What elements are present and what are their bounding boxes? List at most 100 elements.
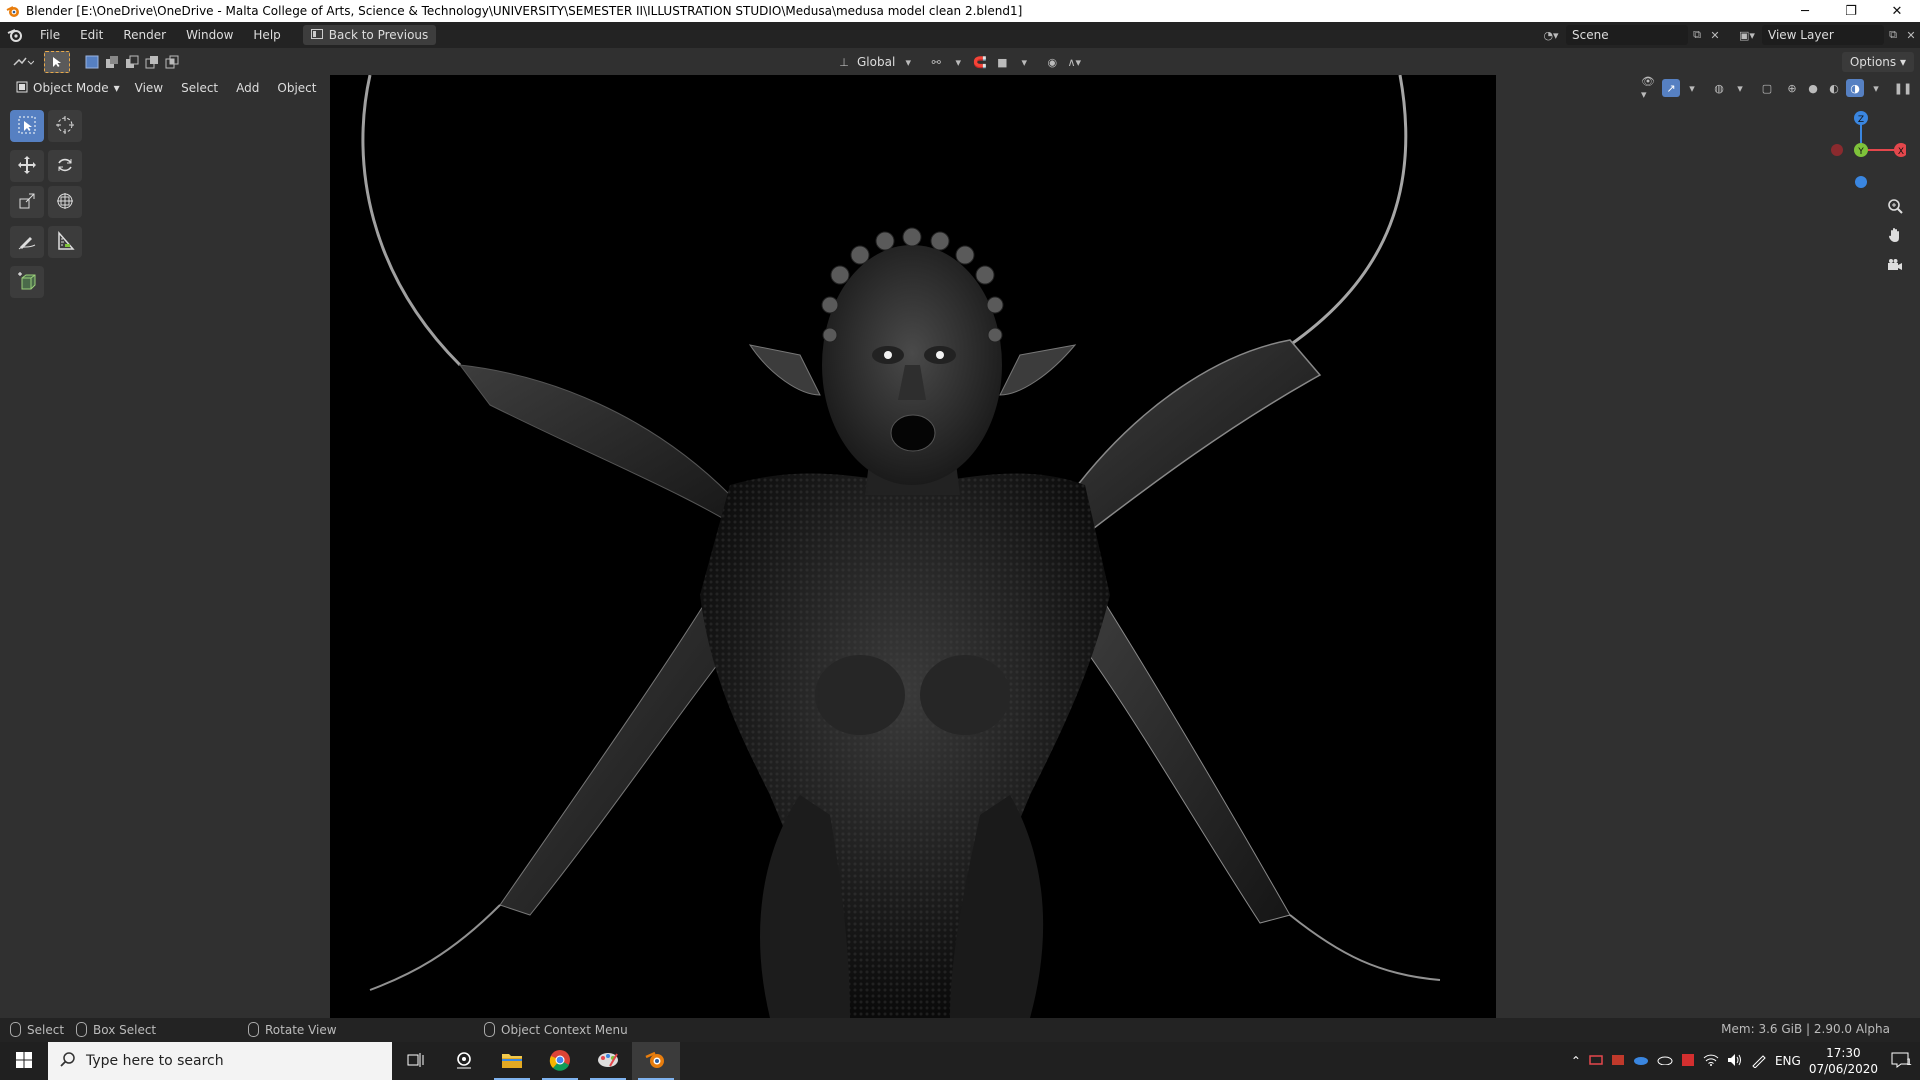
chevron-down-icon[interactable]: ▾ [1731, 79, 1749, 97]
mode-intersect-icon[interactable] [162, 51, 182, 73]
menu-file[interactable]: File [30, 22, 70, 48]
back-to-previous-button[interactable]: Back to Previous [302, 25, 437, 45]
new-scene-icon[interactable]: ⧉ [1688, 26, 1706, 44]
view-layer-field[interactable]: View Layer [1762, 25, 1884, 45]
add-menu[interactable]: Add [227, 81, 268, 95]
chevron-down-icon[interactable]: ▾ [1683, 79, 1701, 97]
solid-shading-icon[interactable]: ● [1804, 79, 1822, 97]
restore-button[interactable]: ❐ [1828, 0, 1874, 22]
rendered-shading-icon[interactable]: ◑ [1846, 79, 1864, 97]
view-menu[interactable]: View [126, 81, 172, 95]
minimize-button[interactable]: ─ [1782, 0, 1828, 22]
start-button[interactable] [0, 1042, 48, 1080]
measure-tool[interactable] [48, 226, 82, 258]
notification-center-button[interactable]: 1 [1886, 1052, 1914, 1071]
material-shading-icon[interactable]: ◐ [1825, 79, 1843, 97]
select-box-tool[interactable] [10, 110, 44, 142]
editor-type-icon[interactable] [8, 51, 38, 73]
select-menu[interactable]: Select [172, 81, 227, 95]
viewport-shading-controls: 👁▾ ↗ ▾ ◍ ▾ ▢ ⊕ ● ◐ ◑ ▾ ❚❚ [1641, 75, 1912, 101]
rotate-tool[interactable] [48, 150, 82, 182]
snap-target-icon[interactable]: ■ [993, 53, 1011, 71]
annotate-tool[interactable] [10, 226, 44, 258]
gizmo-neg-z-axis[interactable] [1855, 176, 1867, 188]
menu-window[interactable]: Window [176, 22, 243, 48]
chrome-button[interactable] [536, 1042, 584, 1080]
3d-viewport[interactable] [330, 75, 1496, 1018]
zoom-icon[interactable] [1882, 193, 1908, 219]
taskbar-search-box[interactable]: Type here to search [48, 1042, 392, 1080]
volume-icon[interactable] [1727, 1053, 1743, 1070]
delete-view-layer-icon[interactable]: ✕ [1902, 26, 1920, 44]
menu-help[interactable]: Help [243, 22, 290, 48]
gizmo-toggle-icon[interactable]: ↗ [1662, 79, 1680, 97]
chevron-down-icon: ▾ [113, 81, 120, 95]
overlay-toggle-icon[interactable]: ◍ [1710, 79, 1728, 97]
gizmo-neg-x-axis[interactable] [1831, 144, 1843, 156]
menu-render[interactable]: Render [113, 22, 176, 48]
visibility-icon[interactable]: 👁▾ [1641, 75, 1659, 101]
wifi-icon[interactable] [1703, 1054, 1719, 1069]
proportional-edit-icon[interactable]: ◉ [1043, 53, 1061, 71]
add-cube-tool[interactable] [10, 266, 44, 298]
file-explorer-button[interactable] [488, 1042, 536, 1080]
blender-menu-icon[interactable] [0, 22, 30, 48]
cortana-button[interactable] [440, 1042, 488, 1080]
menu-edit[interactable]: Edit [70, 22, 113, 48]
view-layer-icon[interactable]: ▣▾ [1732, 26, 1762, 44]
move-tool[interactable] [10, 150, 44, 182]
clock-date: 07/06/2020 [1808, 1062, 1878, 1076]
onedrive-cloud-icon[interactable] [1633, 1054, 1649, 1068]
scene-name-field[interactable]: Scene [1566, 25, 1688, 45]
pan-hand-icon[interactable] [1882, 222, 1908, 248]
chevron-down-icon[interactable]: ▾ [1867, 79, 1885, 97]
pen-workspace-icon[interactable] [1751, 1052, 1767, 1071]
falloff-icon[interactable]: ∧▾ [1065, 53, 1083, 71]
gizmo-y-label: Y [1857, 147, 1864, 157]
orientation-dropdown[interactable]: Global [857, 55, 895, 69]
orientation-icon: ⊥ [839, 55, 849, 69]
chevron-down-icon[interactable]: ▾ [899, 53, 917, 71]
tray-app-red-diamond-icon[interactable] [1681, 1053, 1695, 1070]
tray-app-acrobat-icon[interactable] [1611, 1054, 1625, 1069]
windows-logo-icon [16, 1051, 32, 1071]
object-mode-icon [16, 81, 28, 96]
sidebar-toggle-icon[interactable]: ❚❚ [1894, 79, 1912, 97]
status-context-menu-label: Object Context Menu [501, 1022, 628, 1037]
tray-app-red-icon[interactable] [1589, 1054, 1603, 1069]
chevron-down-icon[interactable]: ▾ [1015, 53, 1033, 71]
transform-tool[interactable] [48, 186, 82, 218]
delete-scene-icon[interactable]: ✕ [1706, 26, 1724, 44]
mode-extend-icon[interactable] [102, 51, 122, 73]
onedrive-personal-cloud-icon[interactable] [1657, 1054, 1673, 1068]
navigation-gizmo[interactable]: X Y Z [1816, 110, 1908, 200]
options-dropdown[interactable]: Options ▾ [1841, 52, 1914, 72]
mode-new-icon[interactable] [82, 51, 102, 73]
chevron-down-icon[interactable]: ▾ [949, 53, 967, 71]
folder-icon [501, 1051, 523, 1072]
wireframe-shading-icon[interactable]: ⊕ [1783, 79, 1801, 97]
task-view-icon [407, 1052, 425, 1071]
pivot-point-icon[interactable]: ⚯ [927, 53, 945, 71]
blender-taskbar-button[interactable] [632, 1042, 680, 1080]
scale-tool[interactable] [10, 186, 44, 218]
mode-subtract-icon[interactable] [122, 51, 142, 73]
paint-app-button[interactable] [584, 1042, 632, 1080]
task-view-button[interactable] [392, 1042, 440, 1080]
object-menu[interactable]: Object [268, 81, 325, 95]
cursor-tool[interactable] [48, 110, 82, 142]
snap-icon[interactable]: 🧲 [971, 53, 989, 71]
scene-controls: ◔▾ Scene ⧉ ✕ ▣▾ View Layer ⧉ ✕ [1536, 22, 1920, 48]
scene-icon[interactable]: ◔▾ [1536, 26, 1566, 44]
object-mode-dropdown[interactable]: Object Mode ▾ [10, 78, 126, 98]
new-view-layer-icon[interactable]: ⧉ [1884, 26, 1902, 44]
tray-overflow-chevron-icon[interactable]: ⌃ [1571, 1054, 1581, 1068]
camera-view-icon[interactable] [1882, 252, 1908, 278]
language-indicator[interactable]: ENG [1775, 1054, 1801, 1068]
select-tool-icon[interactable] [44, 51, 70, 73]
close-window-button[interactable]: ✕ [1874, 0, 1920, 22]
taskbar-clock[interactable]: 17:30 07/06/2020 [1809, 1045, 1878, 1077]
rotate-icon [55, 155, 75, 178]
mode-invert-icon[interactable] [142, 51, 162, 73]
xray-toggle-icon[interactable]: ▢ [1758, 79, 1776, 97]
